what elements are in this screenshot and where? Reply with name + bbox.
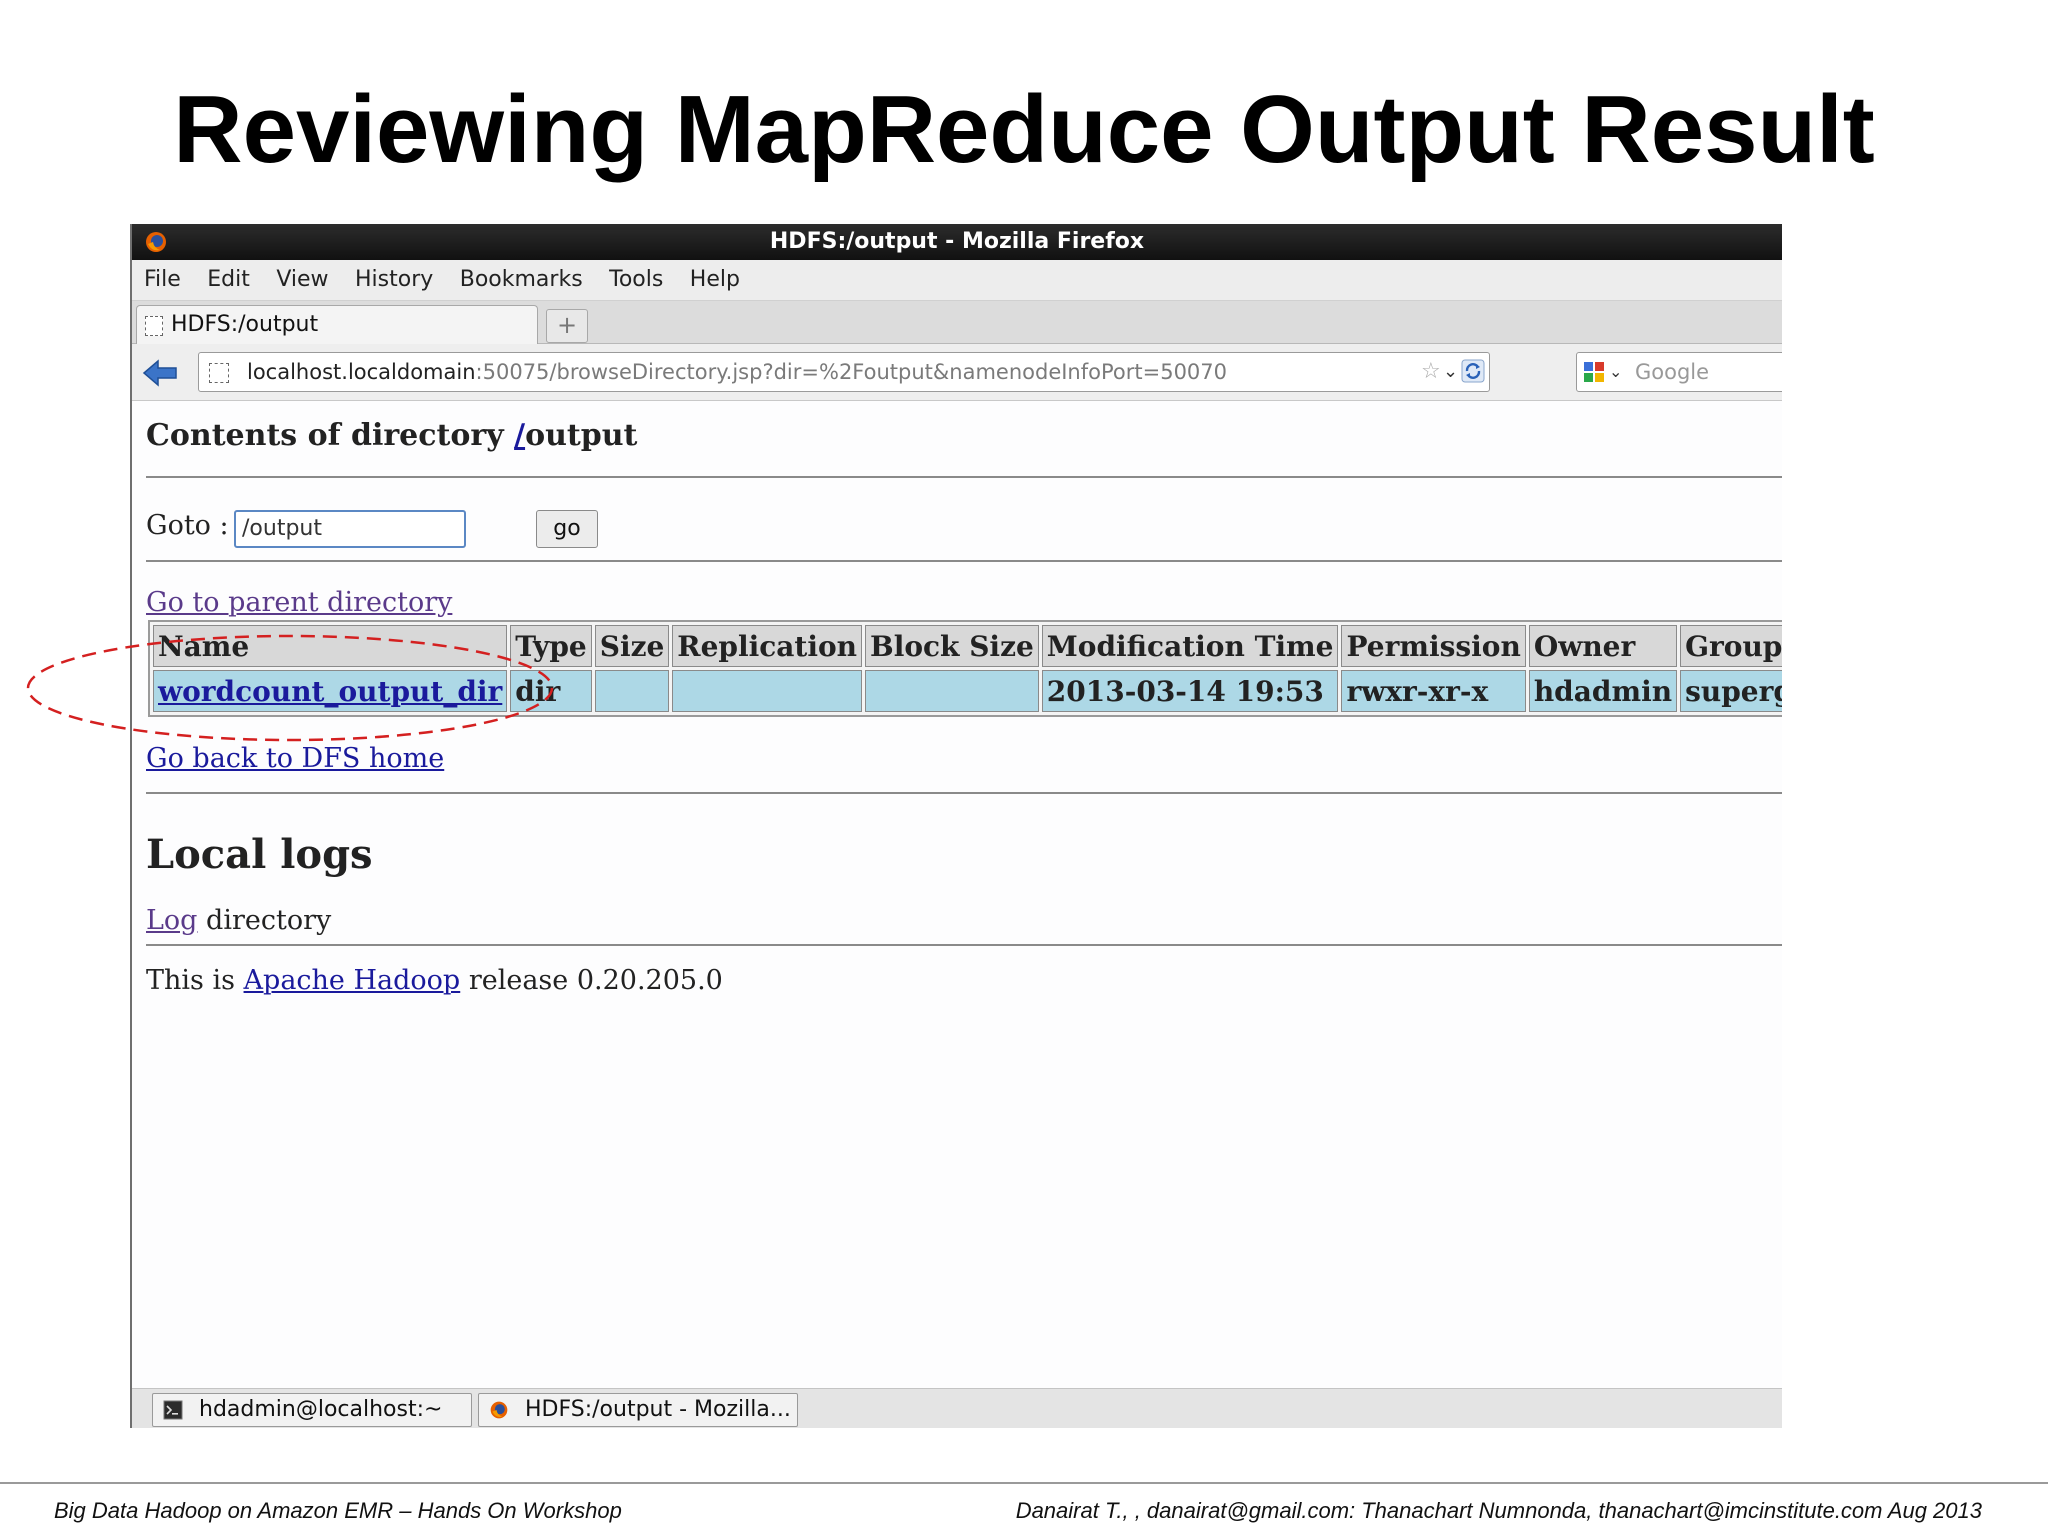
menu-edit[interactable]: Edit xyxy=(207,260,250,300)
url-path: :50075/browseDirectory.jsp?dir=%2Foutput… xyxy=(475,360,1228,384)
search-placeholder: Google xyxy=(1635,360,1710,384)
tab-bar: HDFS:/output + xyxy=(132,301,1782,344)
taskbar-item-terminal[interactable]: hdadmin@localhost:~ xyxy=(152,1393,472,1427)
wordcount-output-dir-link[interactable]: wordcount_output_dir xyxy=(158,675,502,708)
menu-tools[interactable]: Tools xyxy=(609,260,663,300)
table-header-row: Name Type Size Replication Block Size Mo… xyxy=(153,625,1782,667)
taskbar-label: hdadmin@localhost:~ xyxy=(199,1397,443,1422)
slide-title: Reviewing MapReduce Output Result xyxy=(173,76,1875,183)
cell-size xyxy=(594,670,670,712)
cell-replication xyxy=(672,670,863,712)
dfs-home-link-text[interactable]: Go back to DFS home xyxy=(146,743,444,774)
release-line: This is Apache Hadoop release 0.20.205.0 xyxy=(146,962,723,1000)
column-header-permission: Permission xyxy=(1341,625,1526,667)
window-title: HDFS:/output - Mozilla Firefox xyxy=(769,229,1145,254)
tab-hdfs-output[interactable]: HDFS:/output xyxy=(136,305,538,344)
parent-directory-link-text[interactable]: Go to parent directory xyxy=(146,587,452,618)
menu-bookmarks[interactable]: Bookmarks xyxy=(460,260,583,300)
page-icon xyxy=(145,316,163,336)
parent-directory-link[interactable]: Go to parent directory xyxy=(146,584,452,622)
cell-block-size xyxy=(865,670,1039,712)
column-header-group: Group xyxy=(1680,625,1782,667)
google-icon[interactable] xyxy=(1583,361,1605,383)
goto-label: Goto : xyxy=(146,510,229,541)
divider xyxy=(146,476,1782,478)
cell-type: dir xyxy=(510,670,592,712)
go-button[interactable]: go xyxy=(536,510,598,548)
divider xyxy=(146,560,1782,562)
taskbar: hdadmin@localhost:~ HDFS:/output - Mozil… xyxy=(132,1388,1782,1428)
table-row: wordcount_output_dir dir 2013-03-14 19:5… xyxy=(153,670,1782,712)
url-text: localhost.localdomain:50075/browseDirect… xyxy=(247,353,1227,391)
menu-file[interactable]: File xyxy=(144,260,181,300)
address-bar[interactable]: localhost.localdomain:50075/browseDirect… xyxy=(198,352,1490,392)
menu-bar: File Edit View History Bookmarks Tools H… xyxy=(132,260,1782,301)
directory-table: Name Type Size Replication Block Size Mo… xyxy=(148,620,1782,717)
cell-modification-time: 2013-03-14 19:53 xyxy=(1041,670,1339,712)
heading-prefix: Contents of directory xyxy=(146,418,515,453)
release-suffix: release 0.20.205.0 xyxy=(460,965,723,996)
window-titlebar: HDFS:/output - Mozilla Firefox xyxy=(132,224,1782,260)
navigation-bar: localhost.localdomain:50075/browseDirect… xyxy=(132,344,1782,401)
taskbar-item-firefox[interactable]: HDFS:/output - Mozilla... xyxy=(478,1393,798,1427)
new-tab-button[interactable]: + xyxy=(546,309,588,343)
heading-suffix: output xyxy=(525,418,638,453)
column-header-size: Size xyxy=(594,625,670,667)
reload-icon[interactable] xyxy=(1461,359,1485,383)
column-header-modification-time: Modification Time xyxy=(1041,625,1339,667)
firefox-icon xyxy=(490,1401,508,1419)
cell-owner: hdadmin xyxy=(1528,670,1678,712)
root-directory-link[interactable]: / xyxy=(514,418,525,453)
log-link[interactable]: Log xyxy=(146,905,197,936)
search-bar[interactable]: ⌄ Google xyxy=(1576,352,1782,392)
cell-group: supergroup xyxy=(1680,670,1782,712)
apache-hadoop-link[interactable]: Apache Hadoop xyxy=(244,965,461,996)
chevron-down-icon[interactable]: ⌄ xyxy=(1443,359,1458,385)
page-content: Contents of directory /output Goto : /ou… xyxy=(132,402,1782,1362)
chevron-down-icon[interactable]: ⌄ xyxy=(1609,359,1622,385)
column-header-name: Name xyxy=(153,625,508,667)
back-arrow-icon[interactable] xyxy=(142,358,178,388)
goto-input[interactable]: /output xyxy=(234,510,466,548)
dfs-home-link[interactable]: Go back to DFS home xyxy=(146,740,444,778)
release-prefix: This is xyxy=(146,965,244,996)
url-host: localhost.localdomain xyxy=(247,360,476,384)
footer-right-text: Danairat T., , danairat@gmail.com: Thana… xyxy=(1015,1498,1982,1523)
column-header-type: Type xyxy=(510,625,592,667)
footer-divider xyxy=(0,1482,2048,1484)
column-header-block-size: Block Size xyxy=(865,625,1039,667)
log-line: Log directory xyxy=(146,902,331,940)
menu-history[interactable]: History xyxy=(355,260,433,300)
tab-label: HDFS:/output xyxy=(171,312,319,337)
column-header-owner: Owner xyxy=(1528,625,1678,667)
star-icon[interactable]: ☆ xyxy=(1421,361,1441,383)
site-identity-icon[interactable] xyxy=(209,363,229,383)
taskbar-label: HDFS:/output - Mozilla... xyxy=(525,1397,791,1422)
page-heading: Contents of directory /output xyxy=(146,416,637,456)
cell-name[interactable]: wordcount_output_dir xyxy=(153,670,508,712)
terminal-icon xyxy=(163,1400,183,1420)
column-header-replication: Replication xyxy=(672,625,863,667)
menu-view[interactable]: View xyxy=(276,260,328,300)
divider xyxy=(146,944,1782,946)
browser-window: HDFS:/output - Mozilla Firefox File Edit… xyxy=(130,224,1782,1428)
local-logs-heading: Local logs xyxy=(146,831,373,878)
footer-left-text: Big Data Hadoop on Amazon EMR – Hands On… xyxy=(54,1498,622,1523)
log-suffix: directory xyxy=(197,905,332,936)
cell-permission: rwxr-xr-x xyxy=(1341,670,1526,712)
menu-help[interactable]: Help xyxy=(690,260,740,300)
divider xyxy=(146,792,1782,794)
